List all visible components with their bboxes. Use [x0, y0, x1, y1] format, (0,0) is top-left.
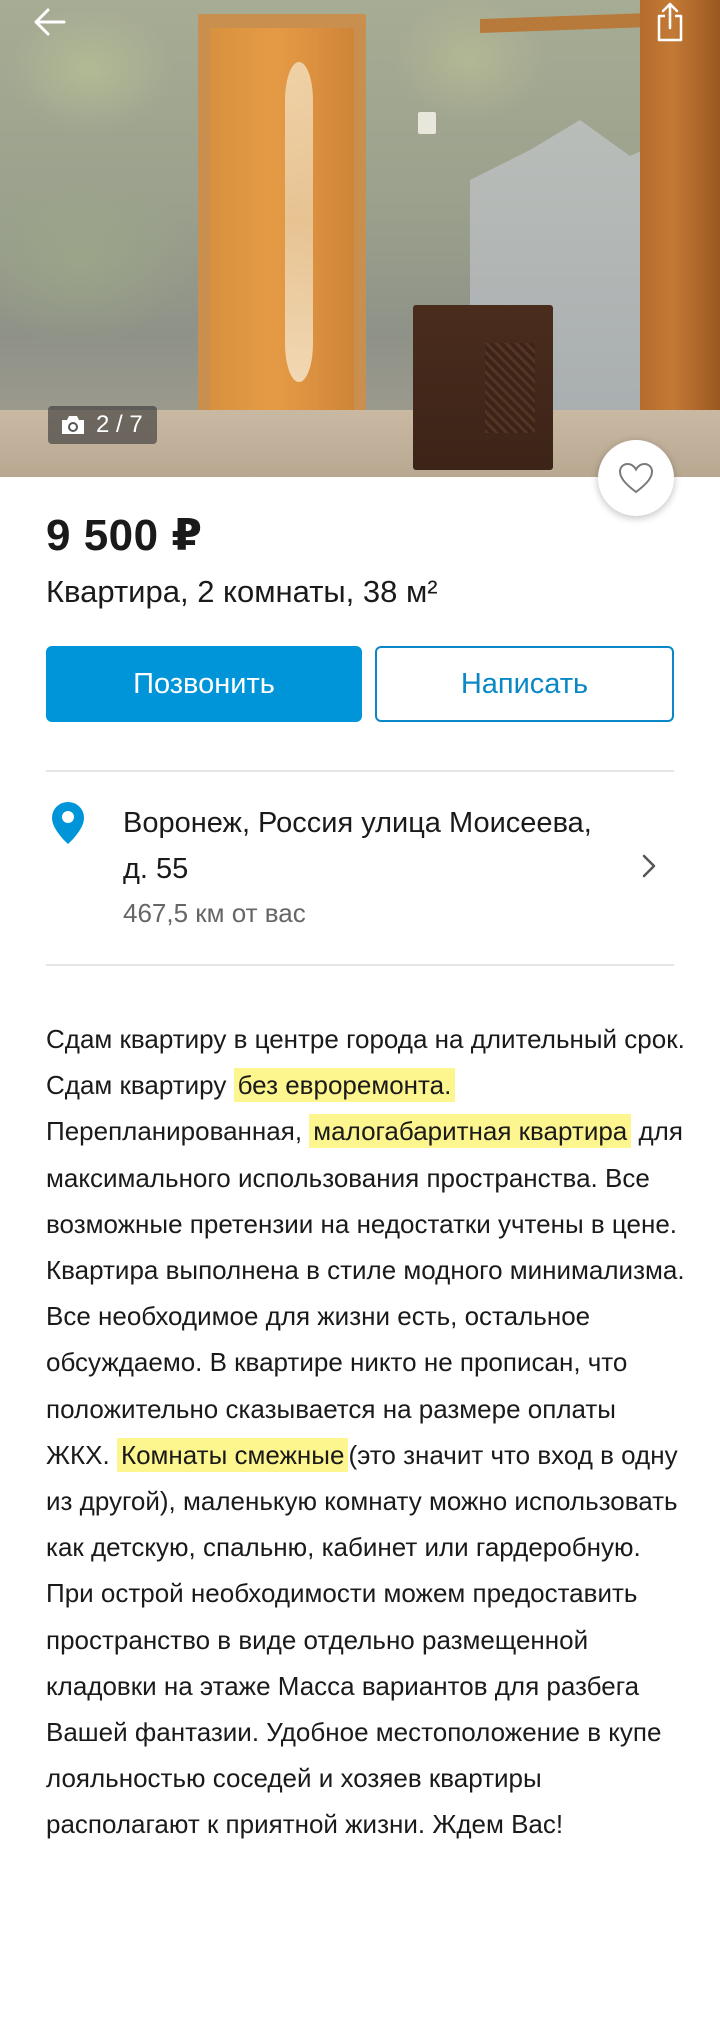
share-icon	[657, 2, 683, 42]
write-button[interactable]: Написать	[375, 646, 674, 722]
highlight-small-apartment: малогабаритная квартира	[309, 1114, 632, 1149]
listing-description: Сдам квартиру в центре города на длитель…	[46, 1016, 686, 1848]
highlight-no-euro-renovation: без евроремонта.	[233, 1068, 456, 1103]
chevron-right-icon	[642, 854, 656, 878]
distance-text: 467,5 км от вас	[123, 898, 306, 928]
listing-photo[interactable]: 2 / 7	[0, 0, 720, 477]
location-pin-icon	[52, 802, 84, 844]
divider	[46, 770, 674, 772]
back-button[interactable]	[28, 0, 72, 44]
listing-price: 9 500 ₽	[46, 511, 203, 560]
photo-counter: 2 / 7	[48, 406, 157, 444]
description-text: (это значит что вход в одну из другой), …	[46, 1439, 678, 1840]
description-text: для максимального использования простран…	[46, 1116, 685, 1470]
address-text: Воронеж, Россия улица Моисеева, д. 55	[123, 807, 592, 885]
listing-subtitle: Квартира, 2 комнаты, 38 м²	[46, 574, 438, 609]
camera-icon	[62, 416, 84, 434]
heart-icon	[618, 462, 654, 494]
photo-counter-text: 2 / 7	[96, 411, 143, 438]
highlight-adjacent-rooms: Комнаты смежные	[116, 1437, 349, 1472]
description-text: Сдам квартиру в центре города на длитель…	[46, 1024, 685, 1054]
arrow-left-icon	[34, 8, 66, 36]
divider	[46, 964, 674, 966]
description-text: Сдам квартиру	[46, 1070, 234, 1101]
description-text: Перепланированная,	[46, 1116, 310, 1147]
favorite-button[interactable]	[598, 440, 674, 516]
share-button[interactable]	[648, 0, 692, 44]
call-button[interactable]: Позвонить	[46, 646, 362, 722]
